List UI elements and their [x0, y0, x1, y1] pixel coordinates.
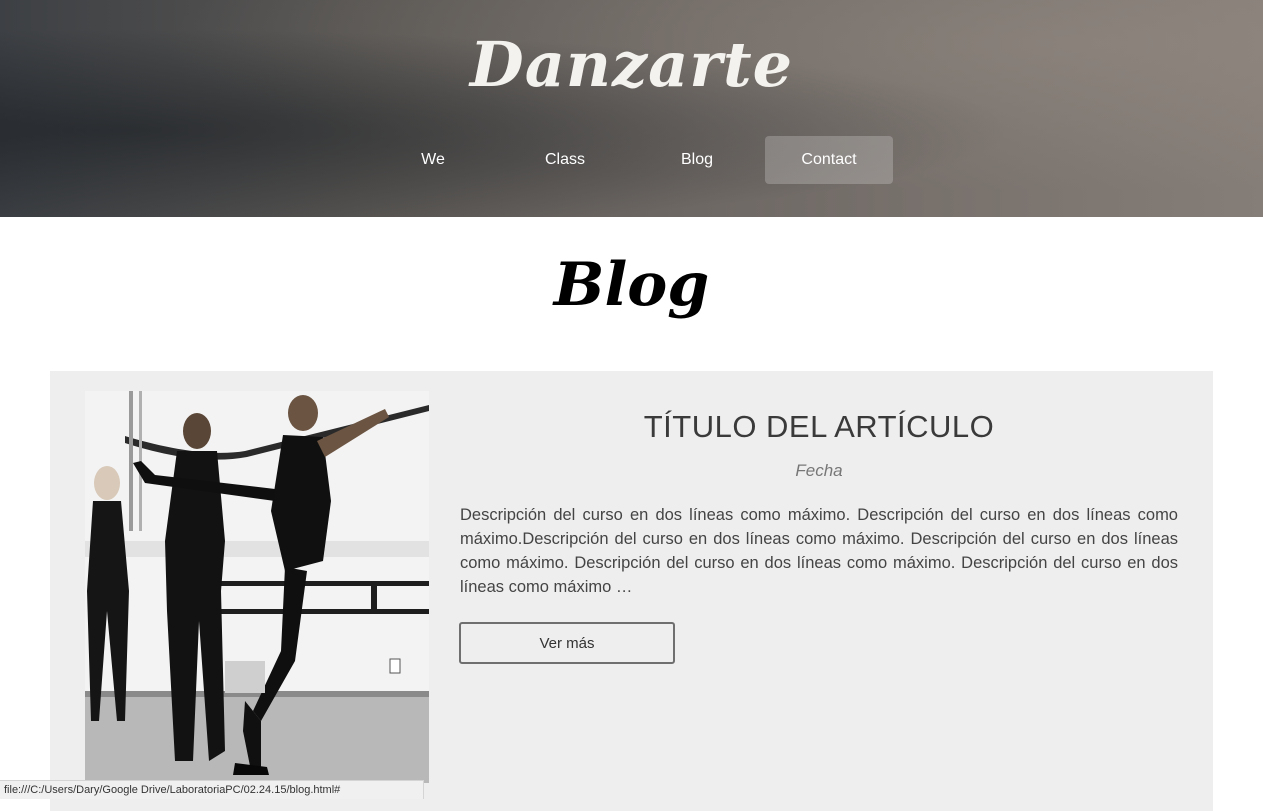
site-logo[interactable]: Danzarte	[0, 28, 1263, 101]
browser-status-bar: file:///C:/Users/Dary/Google Drive/Labor…	[0, 780, 424, 799]
nav-item-class[interactable]: Class	[501, 136, 629, 184]
nav-item-blog[interactable]: Blog	[633, 136, 761, 184]
article-date: Fecha	[795, 461, 843, 480]
page-title: Blog	[553, 250, 710, 320]
nav-item-contact[interactable]: Contact	[765, 136, 893, 184]
main-nav: We Class Blog Contact	[369, 136, 897, 184]
dance-class-photo	[85, 391, 429, 783]
hero-header: Danzarte We Class Blog Contact	[0, 0, 1263, 217]
article-photo	[85, 391, 429, 783]
read-more-button[interactable]: Ver más	[459, 622, 675, 664]
article-title: TÍTULO DEL ARTÍCULO	[643, 409, 995, 444]
article-card: TÍTULO DEL ARTÍCULO Fecha Descripción de…	[50, 371, 1213, 811]
article-description: Descripción del curso en dos líneas como…	[460, 506, 1178, 596]
nav-item-we[interactable]: We	[369, 136, 497, 184]
